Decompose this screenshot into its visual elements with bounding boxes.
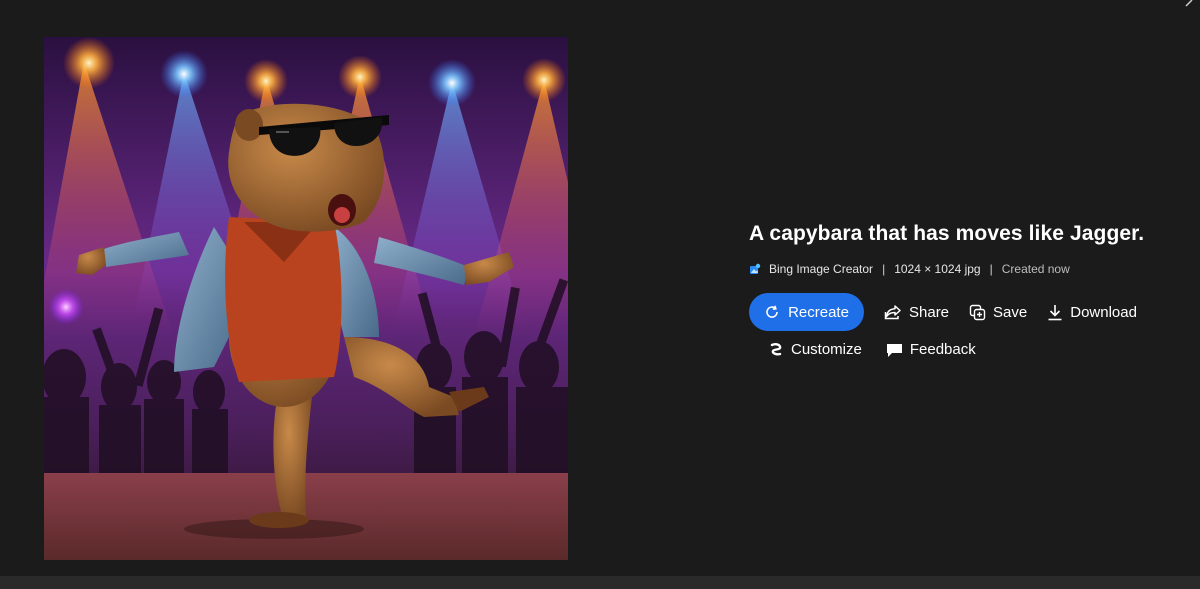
download-icon	[1048, 304, 1062, 320]
customize-button[interactable]: Customize	[769, 341, 862, 358]
secondary-actions: Customize Feedback	[749, 341, 1189, 358]
image-meta-row: Bing Image Creator | 1024 × 1024 jpg | C…	[749, 262, 1189, 276]
image-title: A capybara that has moves like Jagger.	[749, 222, 1145, 245]
customize-label: Customize	[791, 341, 862, 358]
meta-separator: |	[989, 262, 993, 276]
recreate-button[interactable]: Recreate	[749, 293, 864, 331]
meta-separator: |	[882, 262, 886, 276]
created-time: Created now	[1001, 262, 1070, 276]
feedback-icon	[886, 343, 902, 357]
generated-image[interactable]	[44, 37, 568, 560]
chevron-icon	[1185, 0, 1193, 7]
download-label: Download	[1070, 303, 1137, 321]
refresh-icon	[766, 305, 778, 318]
share-label: Share	[909, 303, 950, 321]
share-icon	[884, 305, 901, 320]
image-dimensions: 1024 × 1024 jpg	[894, 262, 981, 276]
feedback-label: Feedback	[909, 341, 976, 358]
save-button[interactable]: Save	[969, 304, 1027, 321]
capybara-image-illustration	[44, 37, 568, 560]
bing-image-creator-icon	[750, 263, 761, 274]
source-label: Bing Image Creator	[769, 262, 874, 276]
bottom-strip	[0, 576, 1200, 589]
primary-actions: Recreate Share Save Download	[749, 293, 1189, 331]
feedback-button[interactable]: Feedback	[886, 341, 976, 358]
recreate-label: Recreate	[788, 303, 849, 321]
share-button[interactable]: Share	[884, 304, 949, 321]
save-collection-icon	[969, 304, 986, 320]
image-info-panel: A capybara that has moves like Jagger. B…	[749, 222, 1189, 358]
designer-icon	[770, 343, 782, 356]
save-label: Save	[993, 303, 1028, 321]
download-button[interactable]: Download	[1047, 304, 1137, 321]
